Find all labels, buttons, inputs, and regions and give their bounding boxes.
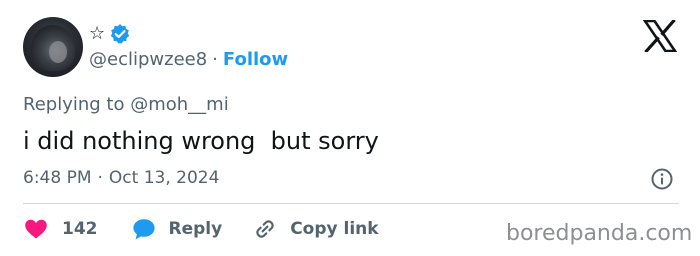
x-logo-icon[interactable] (643, 20, 677, 52)
like-button[interactable]: 142 (23, 216, 98, 242)
author-name-row: ☆ (89, 22, 131, 46)
author-handle-row: @eclipwzee8 · Follow (89, 48, 288, 72)
copy-link-label: Copy link (290, 219, 379, 239)
action-bar: 142 Reply Copy link (23, 216, 379, 242)
tweet-meta: 6:48 PM · Oct 13, 2024 (23, 166, 219, 190)
tweet-text: i did nothing wrong but sorry (23, 127, 379, 155)
meta-separator: · (97, 168, 103, 188)
divider (23, 203, 679, 204)
like-count: 142 (62, 219, 98, 239)
replying-to-label: Replying to @moh__mi (23, 94, 229, 115)
reply-button[interactable]: Reply (131, 216, 223, 242)
link-icon (256, 220, 274, 238)
avatar[interactable] (23, 17, 83, 77)
author-display-name[interactable]: ☆ (89, 22, 105, 46)
reply-label: Reply (168, 219, 223, 239)
copy-link-button[interactable]: Copy link (252, 216, 379, 242)
info-icon[interactable] (650, 167, 674, 191)
verified-badge-icon (110, 24, 130, 44)
author-handle[interactable]: @eclipwzee8 (89, 48, 207, 72)
speech-bubble-icon (132, 219, 155, 240)
avatar-face (49, 41, 67, 63)
handle-separator: · (212, 49, 218, 70)
follow-button[interactable]: Follow (223, 48, 288, 72)
watermark: boredpanda.com (506, 221, 693, 246)
tweet-time[interactable]: 6:48 PM (23, 166, 92, 190)
heart-icon (25, 219, 47, 239)
tweet-date[interactable]: Oct 13, 2024 (109, 166, 220, 190)
